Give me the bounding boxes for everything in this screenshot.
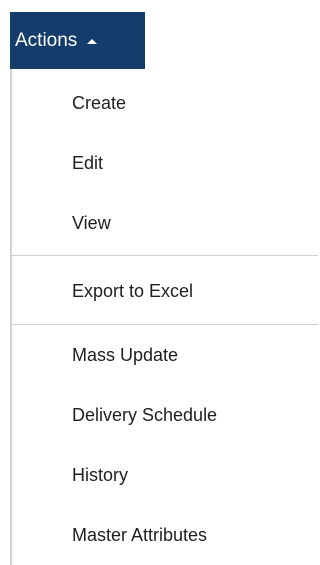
menu-item-master-attributes[interactable]: Master Attributes <box>72 526 207 544</box>
menu-item-mass-update[interactable]: Mass Update <box>72 346 178 364</box>
menu-item-delivery-schedule[interactable]: Delivery Schedule <box>72 406 217 424</box>
menu-item-view[interactable]: View <box>72 214 111 232</box>
menu-divider <box>12 324 318 325</box>
menu-item-history[interactable]: History <box>72 466 128 484</box>
actions-button[interactable]: Actions <box>10 12 145 69</box>
menu-divider <box>12 255 318 256</box>
actions-dropdown: Actions Create Edit View Export to Excel… <box>0 0 318 565</box>
actions-button-label: Actions <box>15 30 78 51</box>
caret-up-icon <box>87 38 98 44</box>
menu-item-export-to-excel[interactable]: Export to Excel <box>72 282 193 300</box>
actions-menu: Create Edit View Export to Excel Mass Up… <box>10 69 318 565</box>
menu-item-create[interactable]: Create <box>72 94 126 112</box>
menu-item-edit[interactable]: Edit <box>72 154 103 172</box>
